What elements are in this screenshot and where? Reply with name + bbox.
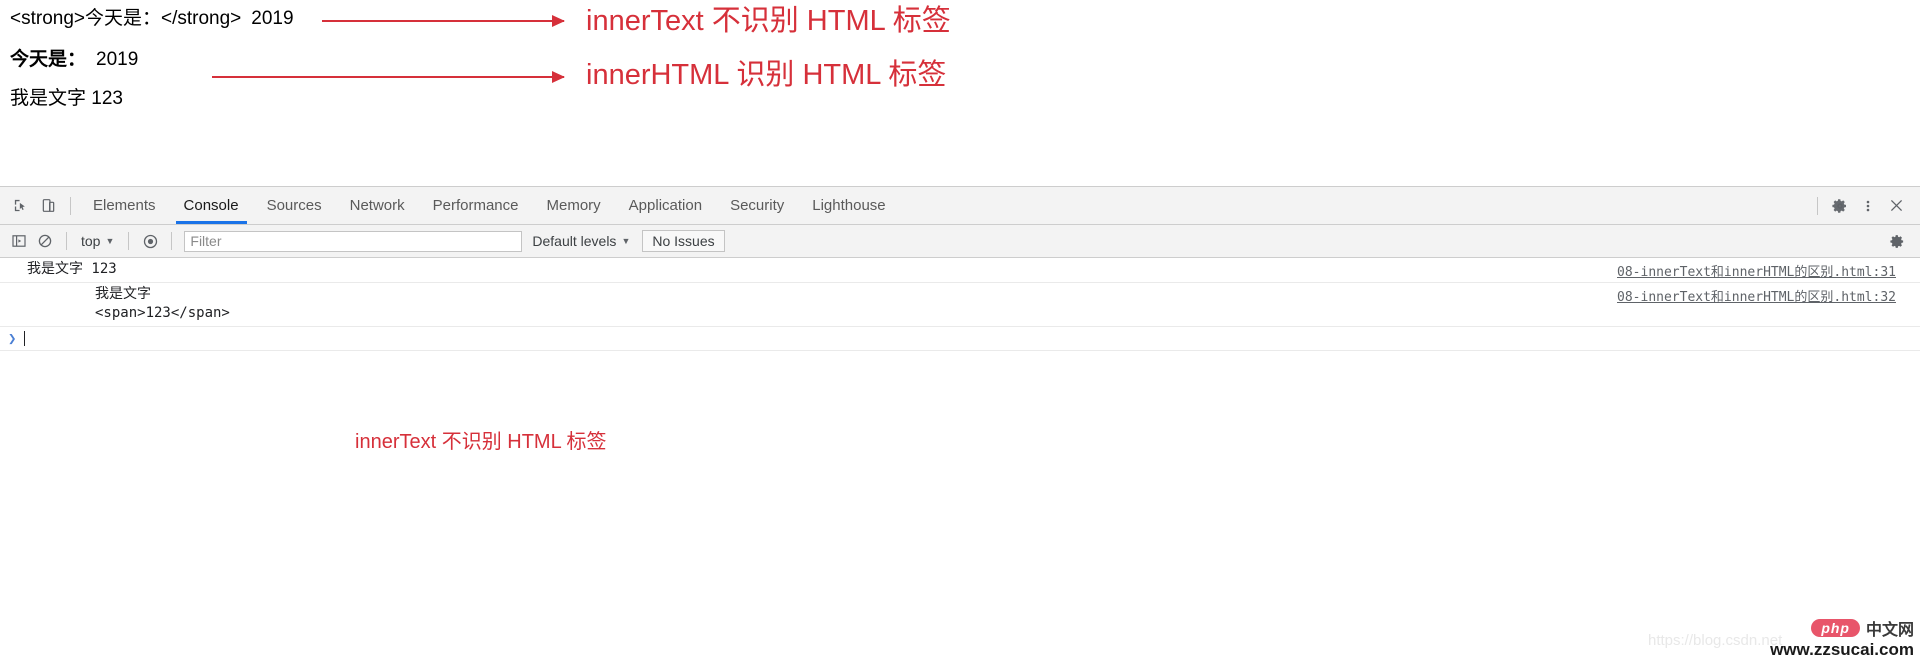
issues-button[interactable]: No Issues bbox=[642, 230, 725, 252]
tab-application[interactable]: Application bbox=[615, 187, 716, 224]
csdn-watermark: https://blog.csdn.net bbox=[1648, 632, 1783, 649]
device-toolbar-icon[interactable] bbox=[34, 192, 62, 220]
console-message-row[interactable]: 我是文字 123 08-innerText和innerHTML的区别.html:… bbox=[0, 258, 1920, 283]
live-expression-icon[interactable] bbox=[137, 228, 163, 254]
close-devtools-icon[interactable] bbox=[1882, 192, 1910, 220]
chevron-down-icon-levels: ▼ bbox=[621, 236, 631, 246]
php-logo-badge: php bbox=[1811, 619, 1860, 637]
document-line-innertext-output: <strong>今天是：</strong> 2019 bbox=[10, 8, 294, 30]
filterbar-divider-3 bbox=[171, 232, 173, 250]
annotation-arrow-innerhtml bbox=[212, 71, 565, 83]
php-watermark-logo-row: php 中文网 bbox=[1770, 616, 1914, 640]
more-options-kebab-icon[interactable] bbox=[1854, 192, 1882, 220]
toolbar-divider bbox=[70, 196, 71, 215]
innerhtml-year-value: 2019 bbox=[96, 49, 139, 70]
console-settings-icon[interactable] bbox=[1884, 228, 1910, 254]
filter-input[interactable] bbox=[184, 230, 523, 252]
execution-context-selector[interactable]: top ▼ bbox=[75, 233, 120, 249]
execution-context-label: top bbox=[81, 233, 101, 249]
tab-network[interactable]: Network bbox=[336, 187, 419, 224]
innerhtml-bold-label: 今天是： bbox=[10, 49, 87, 70]
clear-console-icon[interactable] bbox=[32, 228, 58, 254]
devtools-tabbar: Elements Console Sources Network Perform… bbox=[0, 187, 1920, 225]
filterbar-divider-1 bbox=[66, 232, 67, 250]
tab-console[interactable]: Console bbox=[170, 187, 253, 224]
tab-security[interactable]: Security bbox=[716, 187, 798, 224]
document-line-innerhtml-output: 今天是： 2019 bbox=[10, 49, 138, 71]
console-message-source-link[interactable]: 08-innerText和innerHTML的区别.html:31 bbox=[1617, 261, 1896, 280]
php-watermark-cn-label: 中文网 bbox=[1865, 622, 1914, 639]
console-prompt-row[interactable]: ❯ bbox=[0, 327, 1920, 351]
tab-elements[interactable]: Elements bbox=[79, 187, 170, 224]
console-message-list[interactable]: 我是文字 123 08-innerText和innerHTML的区别.html:… bbox=[0, 258, 1920, 663]
devtools-tabbar-actions bbox=[1809, 192, 1920, 220]
console-message-row[interactable]: 我是文字 <span>123</span> 08-innerText和inner… bbox=[0, 283, 1920, 327]
document-line-sample-text: 我是文字 123 bbox=[10, 88, 123, 109]
annotation-arrow-innertext bbox=[322, 15, 565, 27]
tab-sources[interactable]: Sources bbox=[253, 187, 336, 224]
inspect-element-icon[interactable] bbox=[6, 192, 34, 220]
php-watermark-url: www.zzsucai.com bbox=[1770, 640, 1914, 659]
filterbar-divider-2 bbox=[128, 232, 130, 250]
annotation-label-console: innerText 不识别 HTML 标签 bbox=[355, 431, 607, 453]
console-prompt-arrow-icon: ❯ bbox=[8, 330, 17, 347]
tab-lighthouse[interactable]: Lighthouse bbox=[798, 187, 899, 224]
console-message-source-link[interactable]: 08-innerText和innerHTML的区别.html:32 bbox=[1617, 286, 1896, 305]
annotation-label-innerhtml: innerHTML 识别 HTML 标签 bbox=[586, 59, 947, 91]
tab-memory[interactable]: Memory bbox=[533, 187, 615, 224]
console-sidebar-icon[interactable] bbox=[6, 228, 32, 254]
innertext-year-value: 2019 bbox=[251, 8, 294, 29]
annotation-label-innertext: innerText 不识别 HTML 标签 bbox=[586, 5, 951, 37]
php-watermark: php 中文网 www.zzsucai.com bbox=[1770, 616, 1914, 660]
browser-page-content: <strong>今天是：</strong> 2019 今天是： 2019 我是文字 … bbox=[0, 0, 1920, 186]
log-levels-selector[interactable]: Default levels ▼ bbox=[532, 233, 630, 249]
devtools-tab-list: Elements Console Sources Network Perform… bbox=[79, 187, 900, 224]
filterbar-actions bbox=[1884, 228, 1920, 254]
innertext-code-string: <strong>今天是：</strong> bbox=[10, 8, 242, 29]
console-prompt-caret bbox=[24, 331, 26, 346]
log-levels-label: Default levels bbox=[532, 233, 617, 249]
tab-performance[interactable]: Performance bbox=[419, 187, 533, 224]
settings-gear-icon[interactable] bbox=[1826, 192, 1854, 220]
console-filter-bar: top ▼ Default levels ▼ No Issues bbox=[0, 225, 1920, 258]
devtools-panel: Elements Console Sources Network Perform… bbox=[0, 186, 1920, 664]
toolbar-divider-right bbox=[1817, 196, 1818, 215]
chevron-down-icon: ▼ bbox=[105, 236, 115, 246]
